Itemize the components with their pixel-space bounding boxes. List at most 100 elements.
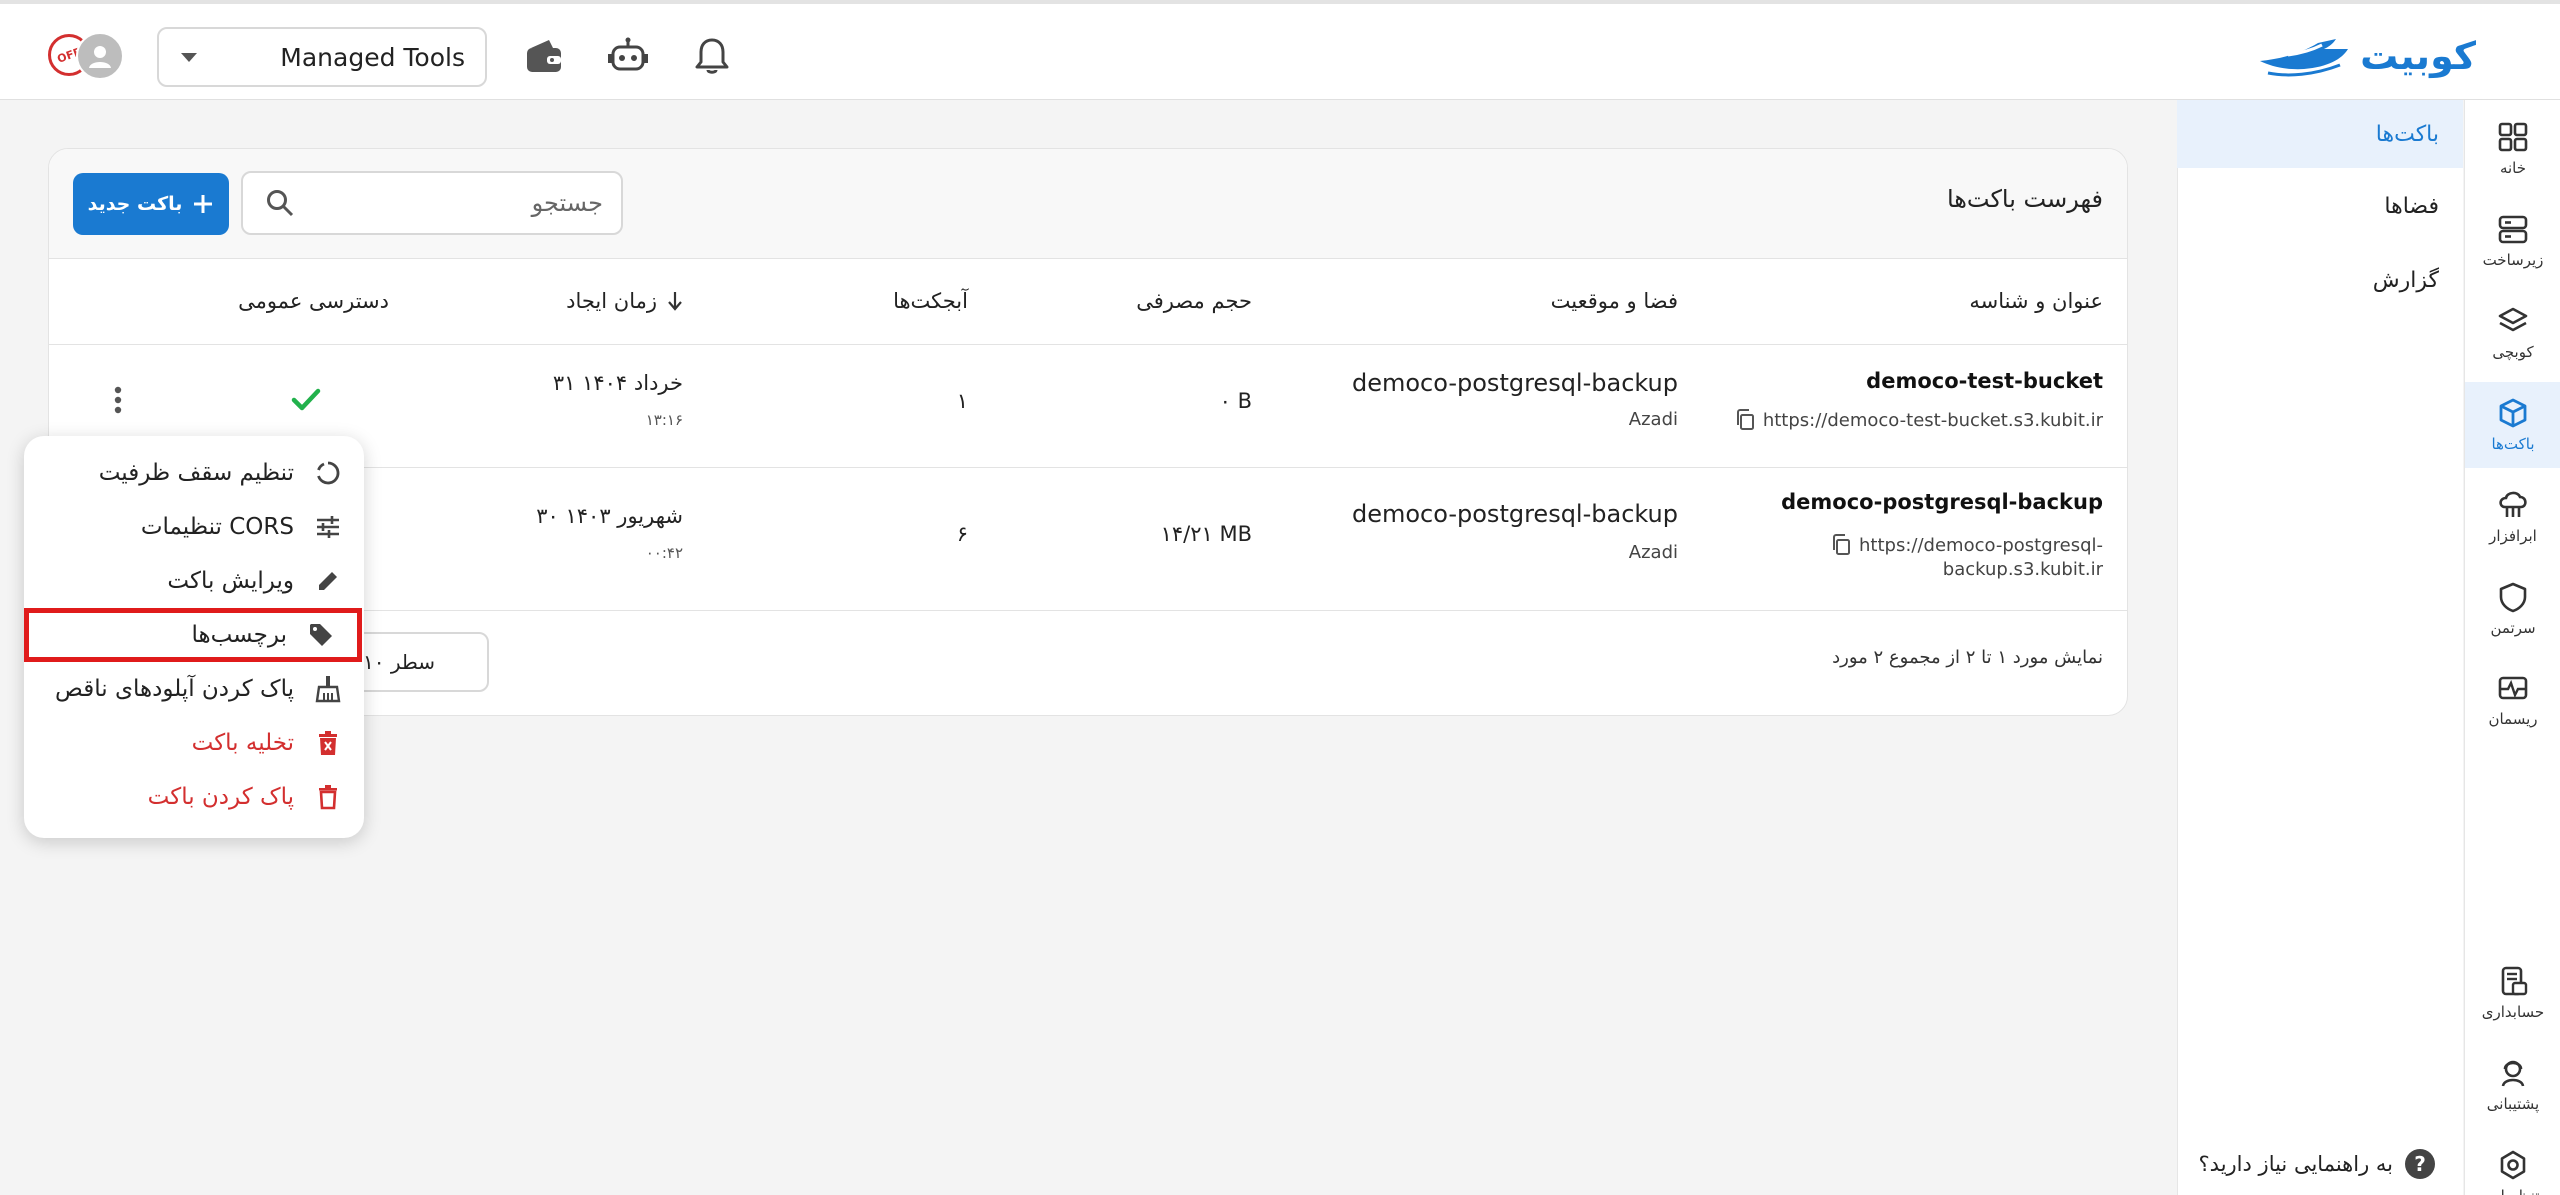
brand-logo[interactable]: کوبیت: [2258, 34, 2476, 78]
rail-item-kubchi[interactable]: کوبچی: [2465, 290, 2560, 376]
organization-select-value: Managed Tools: [280, 42, 465, 72]
bucket-size: ۰ B: [1219, 389, 1252, 413]
menu-item-delete-bucket[interactable]: پاک کردن باکت: [24, 770, 364, 824]
rail-item-label: کوبچی: [2492, 343, 2534, 361]
main-nav-rail: خانه زیرساخت کوبچی باکت‌ها ابرافزار سرتم…: [2464, 100, 2560, 1195]
subnav-item-spaces[interactable]: فضاها: [2177, 172, 2463, 240]
column-header-created[interactable]: زمان ایجاد: [566, 289, 683, 313]
rail-item-accounting[interactable]: حسابداری: [2465, 950, 2560, 1036]
page-title: فهرست باکت‌ها: [1946, 185, 2103, 213]
bucket-name[interactable]: democo-postgresql-backup: [1781, 490, 2103, 514]
caret-down-icon: [181, 52, 197, 62]
robot-icon[interactable]: [606, 34, 650, 78]
bucket-created-date: ۳۱ خرداد ۱۴۰۴: [552, 371, 683, 395]
broom-icon: [314, 675, 342, 703]
arrow-down-icon: [667, 291, 683, 311]
search-input[interactable]: [313, 189, 603, 217]
accounting-icon: [2497, 965, 2529, 997]
column-header-public[interactable]: دسترسی عمومی: [238, 289, 389, 313]
ship-icon: [2258, 35, 2350, 77]
menu-item-cors-settings[interactable]: تنظیمات CORS: [24, 500, 364, 554]
copy-icon[interactable]: [1735, 409, 1755, 431]
rail-item-label: سرتمن: [2490, 619, 2536, 637]
quota-icon: [314, 459, 342, 487]
new-bucket-button-label: باکت جدید: [87, 193, 183, 215]
top-bar: کوبیت Managed Tools OFF: [0, 0, 2560, 100]
bucket-url: https://democo-test-bucket.s3.kubit.ir: [1735, 409, 2103, 433]
more-vert-icon[interactable]: [113, 385, 123, 415]
pagination-summary: نمایش مورد ۱ تا ۲ از مجموع ۲ مورد: [1832, 647, 2103, 668]
layers-icon: [2497, 305, 2529, 337]
settings-icon: [2497, 1149, 2529, 1181]
plus-icon: [192, 193, 214, 215]
shield-icon: [2498, 581, 2528, 613]
subnav-item-buckets[interactable]: باکت‌ها: [2177, 100, 2463, 168]
rail-item-sartaman[interactable]: سرتمن: [2465, 566, 2560, 652]
organization-select[interactable]: Managed Tools: [157, 27, 487, 87]
user-avatar-icon: [76, 32, 124, 80]
rail-item-label: حسابداری: [2481, 1003, 2545, 1021]
search-box: [241, 171, 623, 235]
rail-item-home[interactable]: خانه: [2465, 106, 2560, 192]
bucket-space: democo-postgresql-backup: [1351, 500, 1678, 528]
buckets-subnav: باکت‌ها فضاها گزارش ? به راهنمایی نیاز د…: [2177, 100, 2463, 1195]
bucket-space: democo-postgresql-backup: [1351, 369, 1678, 397]
help-link[interactable]: ? به راهنمایی نیاز دارید؟: [2199, 1149, 2435, 1179]
rows-per-page-select[interactable]: ۱۰ سطر: [349, 632, 489, 692]
bucket-objects: ۶: [956, 522, 968, 546]
rail-item-cloud-software[interactable]: ابرافزار: [2465, 474, 2560, 560]
tag-icon: [307, 621, 335, 649]
pencil-icon: [314, 567, 342, 595]
menu-item-tags[interactable]: برچسب‌ها: [24, 608, 362, 662]
copy-icon[interactable]: [1831, 534, 1851, 556]
support-icon: [2497, 1057, 2529, 1089]
help-icon: ?: [2405, 1149, 2435, 1179]
bucket-url: https://democo-postgresql- backup.s3.kub…: [1831, 534, 2103, 582]
rail-item-label: ریسمان: [2488, 710, 2538, 728]
rail-item-label: باکت‌ها: [2491, 435, 2535, 453]
column-header-size[interactable]: حجم مصرفی: [1136, 289, 1252, 313]
subnav-item-report[interactable]: گزارش: [2177, 246, 2463, 314]
grid-icon: [2497, 121, 2529, 153]
bucket-actions-menu: تنظیم سقف ظرفیت تنظیمات CORS ویرایش باکت…: [24, 436, 364, 838]
rail-item-settings[interactable]: تنظیمات: [2465, 1134, 2560, 1195]
bucket-objects: ۱: [956, 389, 968, 413]
box-icon: [2497, 397, 2529, 429]
help-label: به راهنمایی نیاز دارید؟: [2198, 1152, 2393, 1176]
rail-item-support[interactable]: پشتیبانی: [2465, 1042, 2560, 1128]
bucket-region: Azadi: [1628, 542, 1678, 563]
rail-item-label: زیرساخت: [2482, 251, 2544, 269]
wallet-icon[interactable]: [522, 34, 566, 78]
bucket-region: Azadi: [1628, 409, 1678, 430]
column-header-name[interactable]: عنوان و شناسه: [1969, 289, 2103, 313]
table-header: عنوان و شناسه فضا و موقعیت حجم مصرفی آبج…: [49, 259, 2127, 345]
menu-item-edit-bucket[interactable]: ویرایش باکت: [24, 554, 364, 608]
rail-item-label: خانه: [2499, 159, 2527, 177]
monitor-icon: [2497, 674, 2529, 704]
rail-item-buckets[interactable]: باکت‌ها: [2465, 382, 2560, 468]
new-bucket-button[interactable]: باکت جدید: [73, 173, 229, 235]
rail-item-risman[interactable]: ریسمان: [2465, 658, 2560, 744]
bucket-created-time: ۱۳:۱۶: [645, 411, 683, 429]
bell-icon[interactable]: [690, 34, 734, 78]
server-icon: [2497, 213, 2529, 245]
bucket-name[interactable]: democo-test-bucket: [1866, 369, 2103, 393]
menu-item-clear-incomplete-uploads[interactable]: پاک کردن آپلودهای ناقص: [24, 662, 364, 716]
check-icon: [291, 387, 321, 413]
menu-item-set-quota[interactable]: تنظیم سقف ظرفیت: [24, 446, 364, 500]
search-icon[interactable]: [265, 188, 295, 218]
empty-bucket-icon: [314, 729, 342, 757]
bucket-created-date: ۳۰ شهریور ۱۴۰۳: [536, 504, 683, 528]
rail-item-label: ابرافزار: [2489, 527, 2537, 545]
menu-item-empty-bucket[interactable]: تخلیه باکت: [24, 716, 364, 770]
sliders-icon: [314, 513, 342, 541]
column-header-location[interactable]: فضا و موقعیت: [1551, 289, 1678, 313]
bucket-created-time: ۰۰:۴۲: [645, 544, 683, 562]
user-avatar-menu[interactable]: OFF: [48, 32, 124, 80]
trash-icon: [314, 783, 342, 811]
brand-logo-text: کوبیت: [2360, 34, 2476, 78]
rail-item-infrastructure[interactable]: زیرساخت: [2465, 198, 2560, 284]
bucket-size: ۱۴/۲۱ MB: [1160, 522, 1252, 546]
rail-item-label: پشتیبانی: [2486, 1095, 2540, 1113]
column-header-objects[interactable]: آبجکت‌ها: [893, 289, 968, 313]
